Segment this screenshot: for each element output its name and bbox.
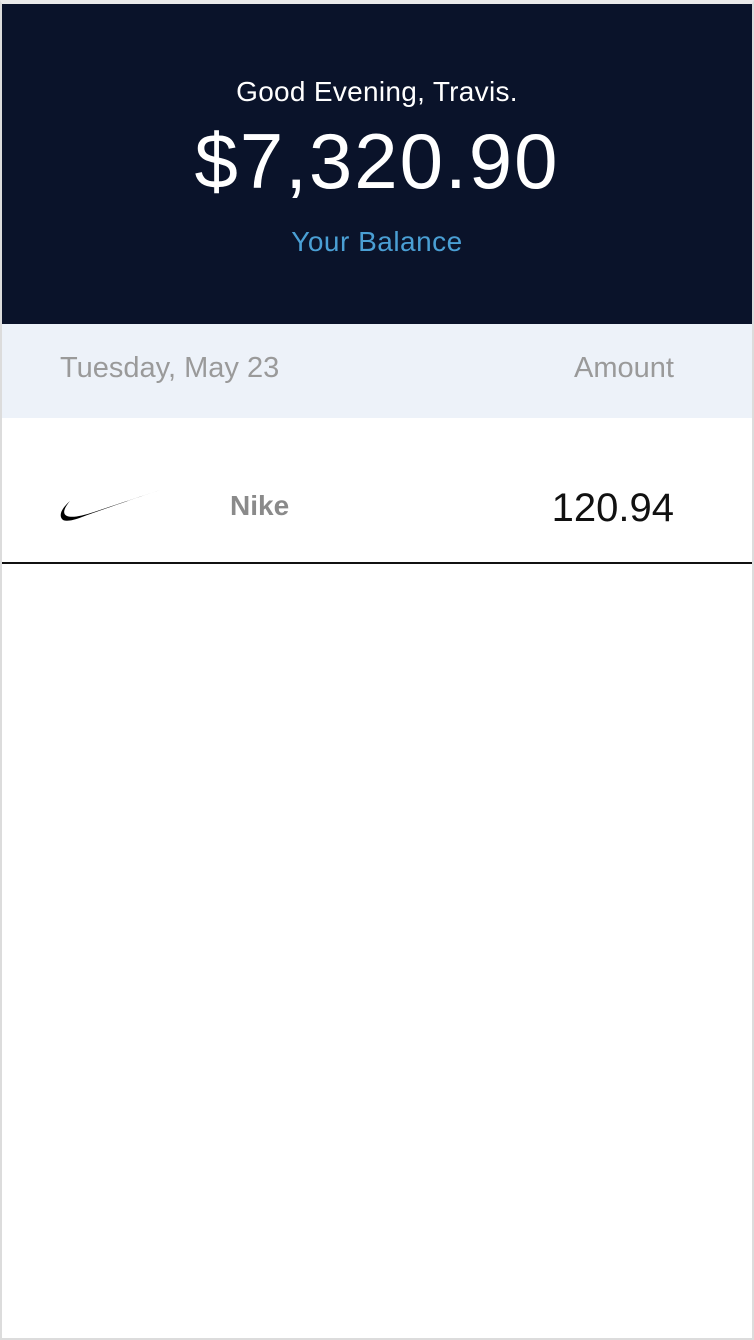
section-date: Tuesday, May 23 [60, 352, 280, 384]
balance-header: Good Evening, Travis. $7,320.90 Your Bal… [2, 4, 752, 324]
amount-column-header: Amount [574, 352, 674, 384]
transaction-row[interactable]: Nike 120.94 [2, 418, 752, 564]
transactions-section-header: Tuesday, May 23 Amount [2, 324, 752, 418]
nike-swoosh-icon [58, 486, 162, 526]
app-screen: Good Evening, Travis. $7,320.90 Your Bal… [0, 0, 754, 1340]
transaction-amount: 120.94 [551, 486, 674, 530]
balance-label: Your Balance [291, 226, 463, 257]
merchant-name: Nike [230, 490, 290, 521]
balance-amount: $7,320.90 [194, 117, 560, 205]
greeting-text: Good Evening, Travis. [236, 76, 518, 107]
